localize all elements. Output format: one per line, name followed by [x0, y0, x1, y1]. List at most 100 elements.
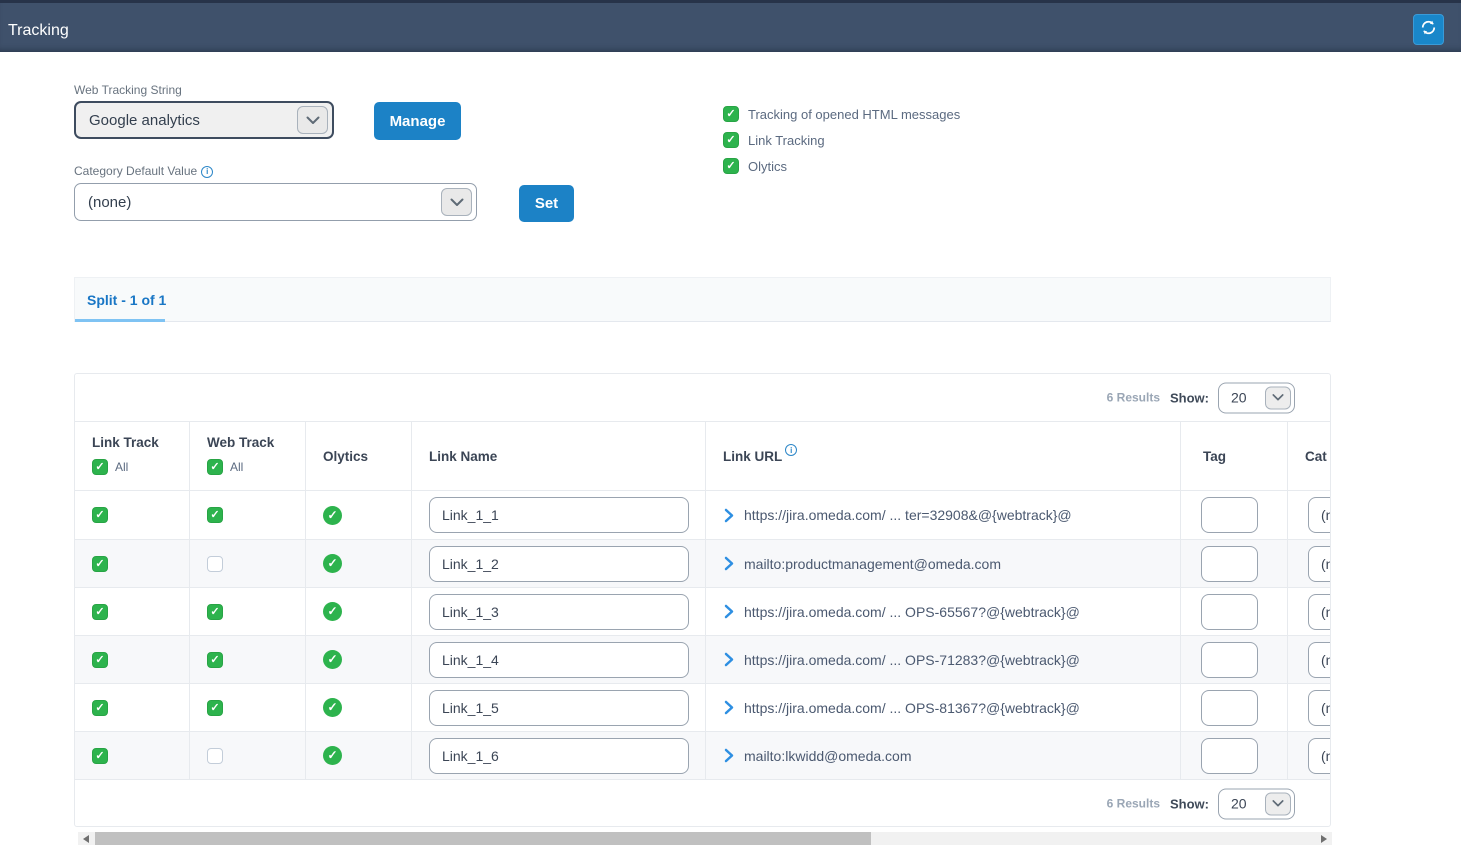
pagination-top: 6 Results Show: 20	[1107, 382, 1295, 413]
tag-input[interactable]	[1201, 497, 1258, 533]
info-icon[interactable]: i	[201, 166, 213, 178]
page-title: Tracking	[8, 22, 69, 40]
column-header-link-url: Link URL i	[706, 422, 1181, 490]
link-name-input[interactable]	[429, 642, 689, 678]
olytics-check-icon	[323, 746, 342, 765]
column-header-tag: Tag	[1181, 422, 1288, 490]
link-track-checkbox[interactable]	[92, 652, 108, 668]
web-tracking-string-select[interactable]: Google analytics	[74, 101, 334, 139]
page-size-value: 20	[1219, 390, 1247, 406]
web-track-checkbox[interactable]	[207, 748, 223, 764]
link-url-text: https://jira.omeda.com/ ... OPS-81367?@{…	[744, 700, 1080, 716]
link-tracking-label: Link Tracking	[748, 133, 825, 148]
chevron-right-icon[interactable]	[724, 556, 734, 571]
link-url-text: https://jira.omeda.com/ ... OPS-71283?@{…	[744, 652, 1080, 668]
chevron-right-icon[interactable]	[724, 652, 734, 667]
html-tracking-checkbox[interactable]	[723, 106, 739, 122]
chevron-down-icon	[297, 106, 328, 134]
refresh-icon	[1420, 19, 1437, 41]
scroll-right-arrow-icon[interactable]	[1321, 835, 1327, 843]
refresh-button[interactable]	[1413, 14, 1444, 45]
link-name-input[interactable]	[429, 546, 689, 582]
web-tracking-string-value: Google analytics	[76, 112, 200, 129]
set-button[interactable]: Set	[519, 185, 574, 222]
chevron-right-icon[interactable]	[724, 604, 734, 619]
manage-button[interactable]: Manage	[374, 102, 461, 140]
column-header-link-track: Link Track All	[75, 422, 190, 490]
olytics-checkbox[interactable]	[723, 158, 739, 174]
category-select[interactable]: (n	[1308, 642, 1331, 678]
select-all-link-track-checkbox[interactable]	[92, 459, 108, 475]
olytics-label: Olytics	[748, 159, 787, 174]
web-track-checkbox[interactable]	[207, 652, 223, 668]
chevron-down-icon	[1265, 792, 1291, 815]
tag-input[interactable]	[1201, 594, 1258, 630]
category-select[interactable]: (n	[1308, 738, 1331, 774]
link-name-input[interactable]	[429, 594, 689, 630]
link-name-input[interactable]	[429, 497, 689, 533]
web-track-checkbox[interactable]	[207, 700, 223, 716]
web-track-checkbox[interactable]	[207, 556, 223, 572]
link-track-checkbox[interactable]	[92, 556, 108, 572]
results-count: 6 Results	[1107, 797, 1160, 811]
link-track-checkbox[interactable]	[92, 700, 108, 716]
select-all-label: All	[230, 460, 243, 474]
table-row: https://jira.omeda.com/ ... ter=32908&@{…	[75, 491, 1330, 539]
table-row: https://jira.omeda.com/ ... OPS-81367?@{…	[75, 683, 1330, 731]
link-url-text: mailto:productmanagement@omeda.com	[744, 556, 1001, 572]
tag-input[interactable]	[1201, 642, 1258, 678]
select-all-web-track-checkbox[interactable]	[207, 459, 223, 475]
column-header-link-name: Link Name	[412, 422, 706, 490]
tag-input[interactable]	[1201, 546, 1258, 582]
html-tracking-label: Tracking of opened HTML messages	[748, 107, 960, 122]
scrollbar-thumb[interactable]	[95, 832, 871, 845]
table-body: https://jira.omeda.com/ ... ter=32908&@{…	[75, 491, 1330, 779]
link-tracking-checkbox[interactable]	[723, 132, 739, 148]
chevron-right-icon[interactable]	[724, 748, 734, 763]
link-track-checkbox[interactable]	[92, 507, 108, 523]
category-select[interactable]: (n	[1308, 546, 1331, 582]
olytics-check-icon	[323, 506, 342, 525]
option-row-olytics: Olytics	[723, 153, 960, 179]
web-track-checkbox[interactable]	[207, 507, 223, 523]
tag-input[interactable]	[1201, 738, 1258, 774]
pagination-bottom: 6 Results Show: 20	[1107, 788, 1295, 819]
tracking-options: Tracking of opened HTML messages Link Tr…	[723, 101, 960, 179]
scroll-left-arrow-icon[interactable]	[83, 835, 89, 843]
chevron-right-icon[interactable]	[724, 700, 734, 715]
olytics-check-icon	[323, 698, 342, 717]
link-name-input[interactable]	[429, 690, 689, 726]
page-size-select[interactable]: 20	[1218, 788, 1295, 819]
tracking-table-card: 6 Results Show: 20 Link Track All Web Tr…	[74, 373, 1331, 827]
horizontal-scrollbar[interactable]	[78, 832, 1332, 845]
column-header-web-track: Web Track All	[190, 422, 306, 490]
web-tracking-string-label: Web Tracking String	[74, 83, 182, 97]
show-label: Show:	[1170, 796, 1209, 811]
table-row: mailto:productmanagement@omeda.com (n	[75, 539, 1330, 587]
show-label: Show:	[1170, 390, 1209, 405]
page-size-select[interactable]: 20	[1218, 382, 1295, 413]
table-row: https://jira.omeda.com/ ... OPS-65567?@{…	[75, 587, 1330, 635]
tab-bar: Split - 1 of 1	[74, 277, 1331, 322]
results-count: 6 Results	[1107, 391, 1160, 405]
page-size-value: 20	[1219, 796, 1247, 812]
table-header-row: Link Track All Web Track All Olytics Lin…	[75, 421, 1330, 491]
table-footer: 6 Results Show: 20	[75, 779, 1330, 827]
category-default-value-select[interactable]: (none)	[74, 183, 477, 221]
category-select[interactable]: (n	[1308, 690, 1331, 726]
info-icon[interactable]: i	[785, 444, 797, 456]
link-track-checkbox[interactable]	[92, 748, 108, 764]
web-track-checkbox[interactable]	[207, 604, 223, 620]
category-default-value: (none)	[75, 194, 131, 211]
chevron-right-icon[interactable]	[724, 508, 734, 523]
chevron-down-icon	[1265, 386, 1291, 409]
link-name-input[interactable]	[429, 738, 689, 774]
option-row-link-tracking: Link Tracking	[723, 127, 960, 153]
link-track-checkbox[interactable]	[92, 604, 108, 620]
link-url-text: https://jira.omeda.com/ ... OPS-65567?@{…	[744, 604, 1080, 620]
tag-input[interactable]	[1201, 690, 1258, 726]
category-select[interactable]: (n	[1308, 594, 1331, 630]
tab-split[interactable]: Split - 1 of 1	[87, 292, 166, 308]
category-select[interactable]: (n	[1308, 497, 1331, 533]
column-header-category: Cat	[1288, 422, 1331, 490]
